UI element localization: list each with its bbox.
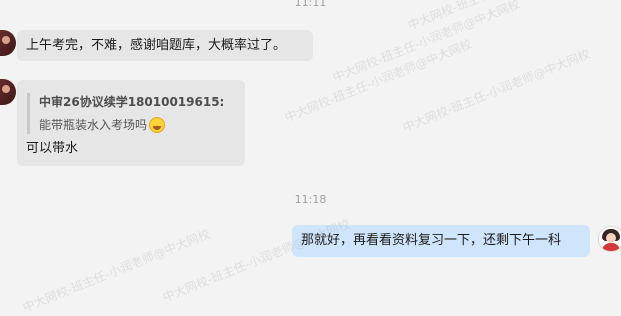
message-timestamp: 11:18 xyxy=(294,193,327,206)
message-timestamp: 11:11 xyxy=(294,0,327,9)
quoted-message[interactable]: 中审26协议续学18010019615: 能带瓶装水入考场吗 xyxy=(27,93,236,134)
self-avatar[interactable] xyxy=(598,226,621,252)
sender-avatar[interactable] xyxy=(0,79,16,105)
message-text: 可以带水 xyxy=(26,141,79,156)
quoted-text-line: 能带瓶装水入考场吗 xyxy=(39,116,236,134)
message-bubble-self[interactable]: 那就好，再看看资料复习一下，还剩下午一科 xyxy=(292,225,590,257)
message-text: 上午考完，不难，感谢咱题库，大概率过了。 xyxy=(26,38,287,53)
quoted-text: 能带瓶装水入考场吗 xyxy=(39,118,148,132)
quoted-author: 中审26协议续学18010019615: xyxy=(39,95,225,109)
message-text: 那就好，再看看资料复习一下，还剩下午一科 xyxy=(301,233,562,248)
message-bubble[interactable]: 上午考完，不难，感谢咱题库，大概率过了。 xyxy=(17,30,313,61)
watermark-text: 中大网校-班主任-小润老师@中大网校 xyxy=(400,46,593,135)
sender-avatar[interactable] xyxy=(0,30,16,56)
watermark-text: 中大网校-班主任-小润老师@中大网校 xyxy=(330,0,523,85)
laughing-emoji-icon xyxy=(149,117,166,133)
watermark-text: 中大网校-班主任-小润老师@中大网校 xyxy=(20,226,213,315)
message-bubble-with-quote[interactable]: 中审26协议续学18010019615: 能带瓶装水入考场吗 可以带水 xyxy=(17,80,245,166)
